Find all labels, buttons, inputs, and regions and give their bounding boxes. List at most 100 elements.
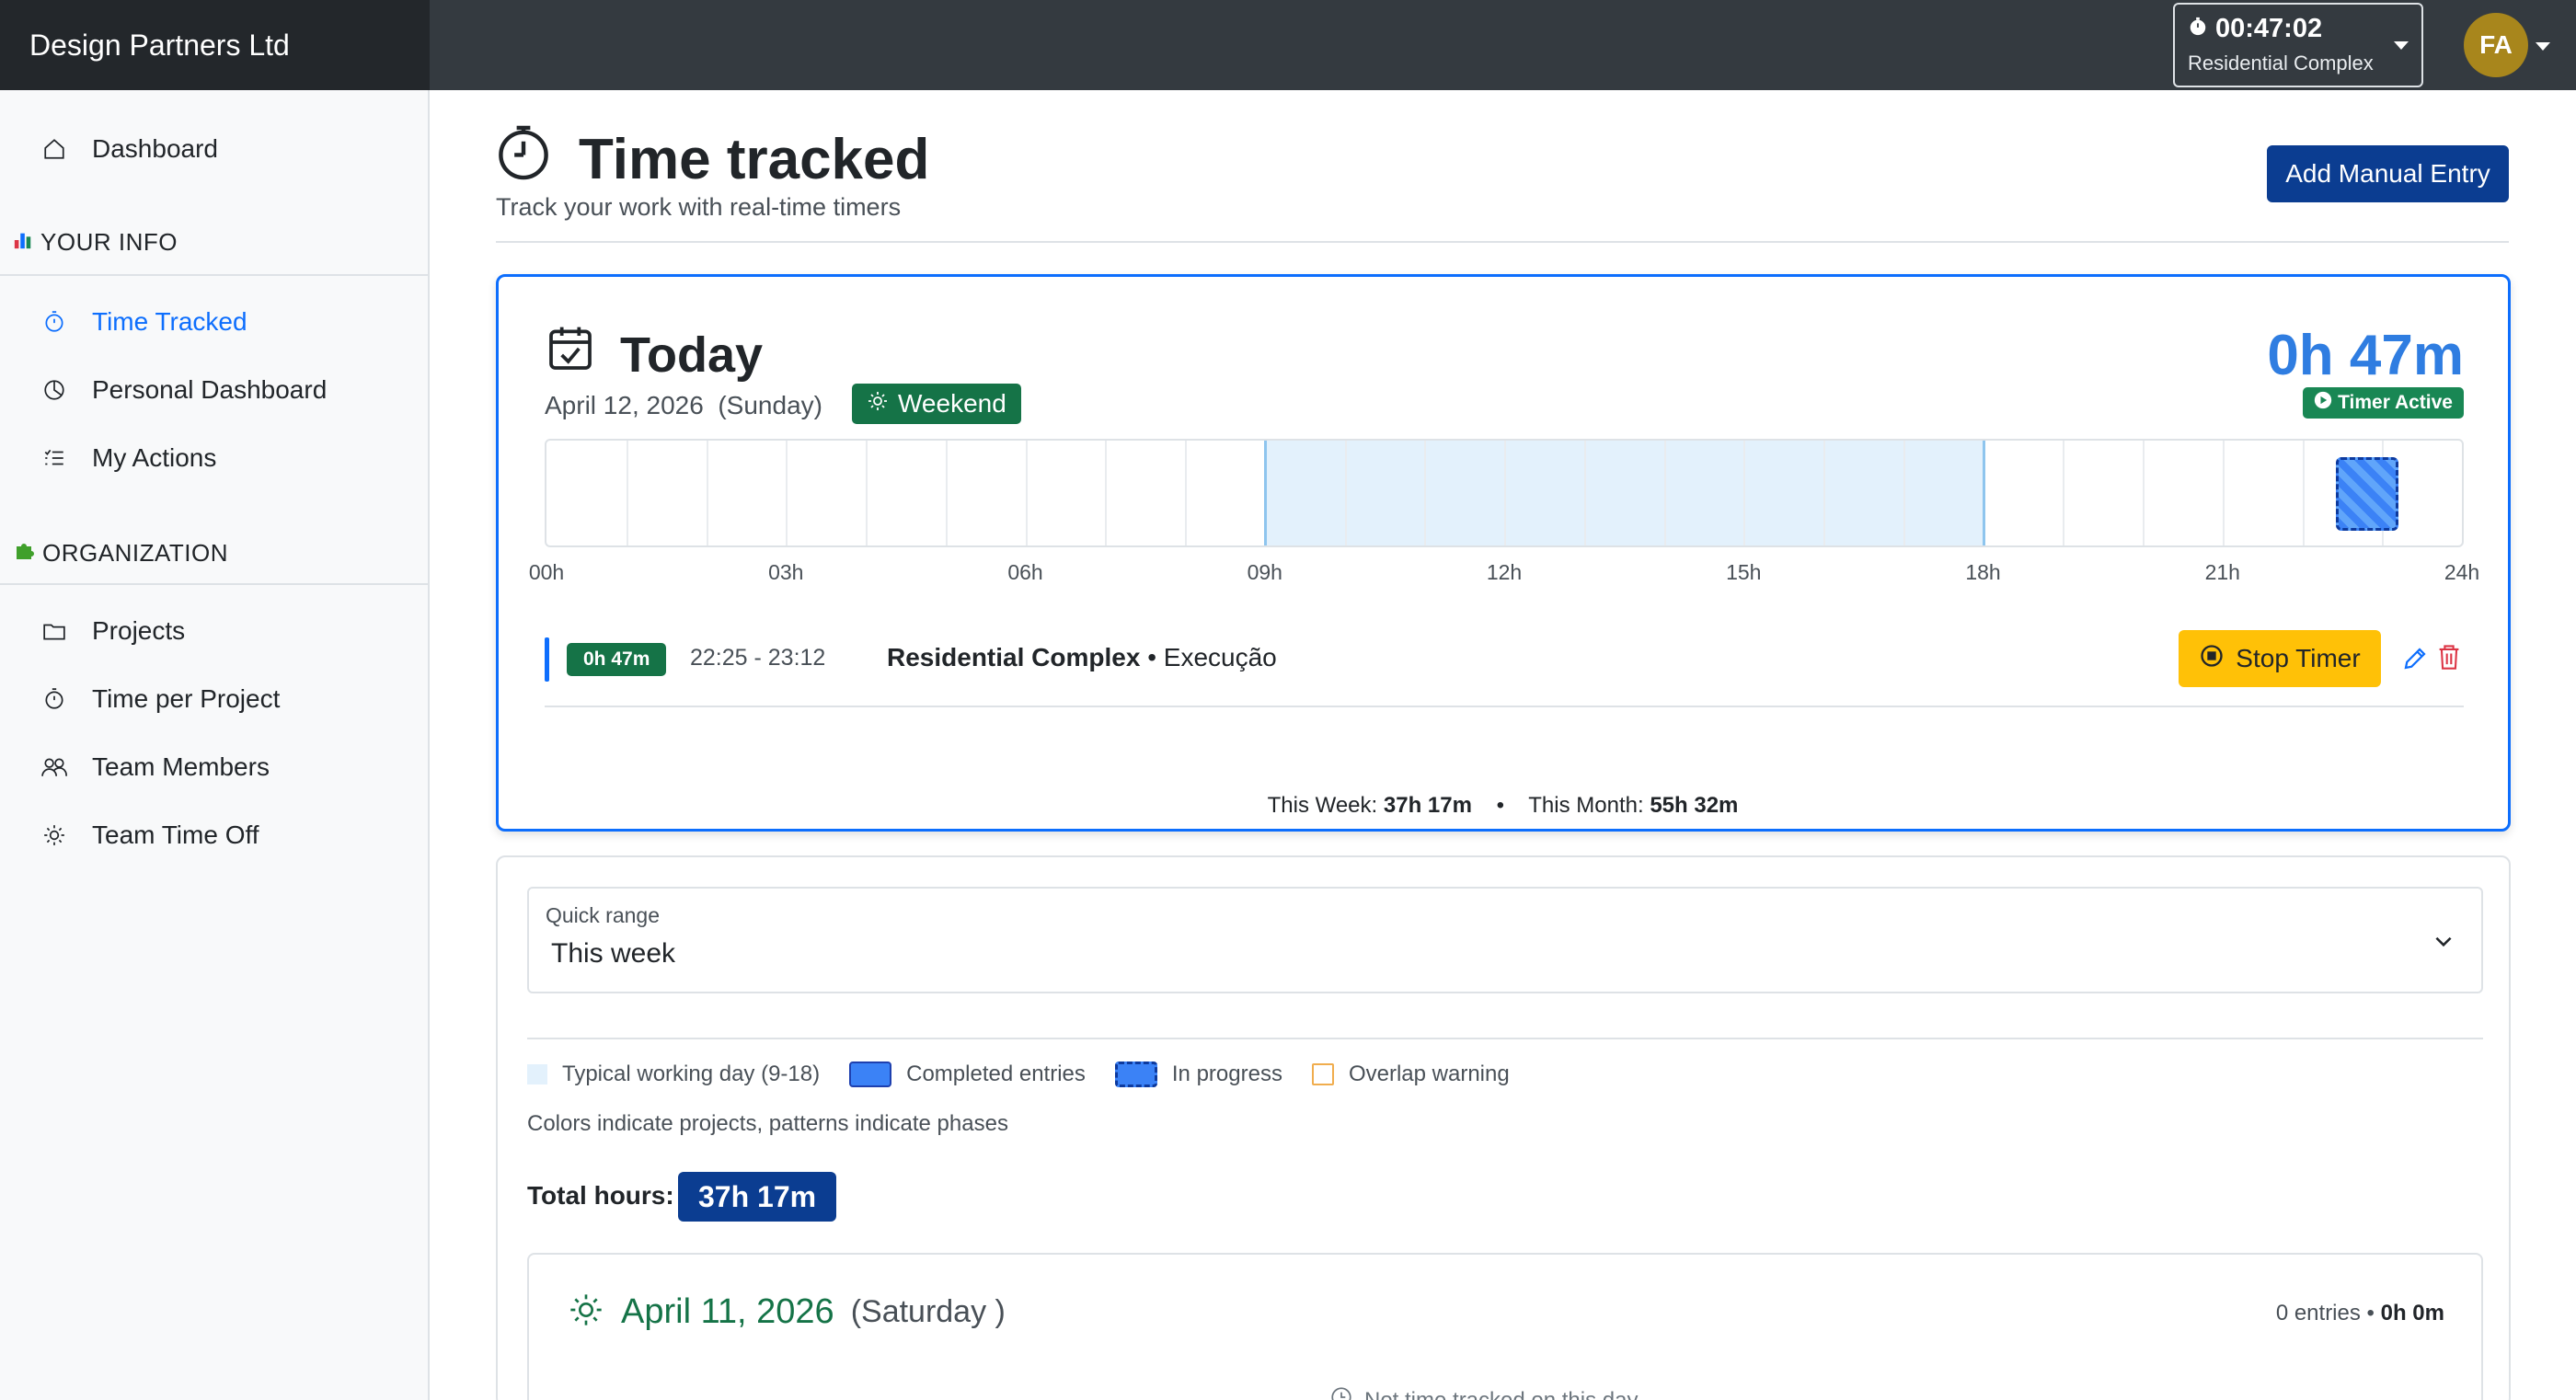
hour-gridline [786,441,788,545]
total-hours-label: Total hours: [527,1181,674,1210]
sidebar-item-team-time-off[interactable]: Team Time Off [40,820,259,850]
timer-elapsed: 00:47:02 [2215,14,2323,43]
hour-gridline [1025,441,1028,545]
sidebar-item-time-per-project[interactable]: Time per Project [40,684,280,714]
stopwatch-icon [496,123,551,196]
pencil-icon[interactable] [2401,645,2429,677]
quick-range-select[interactable]: Quick range This week [527,887,2483,993]
hour-gridline [1185,441,1187,545]
day-summary: 0 entries • 0h 0m [2275,1301,2444,1325]
caret-down-icon[interactable] [2536,42,2550,51]
puzzle-icon [13,539,35,568]
sidebar-item-my-actions[interactable]: My Actions [40,443,216,473]
entry-project: Residential Complex • Execução [887,643,1277,671]
hour-gridline [2302,441,2305,545]
day-empty-message: Not time tracked on this day [1329,1385,1638,1400]
sidebar: Dashboard YOUR INFO Time Tracked Persona… [0,90,430,1400]
divider [496,241,2509,243]
pie-chart-icon [40,376,68,404]
day-heading: April 11, 2026 (Saturday ) [568,1291,1006,1333]
today-card: Today April 12, 2026 (Sunday) Weekend 0h… [496,274,2511,832]
day-date: April 11, 2026 [621,1292,834,1331]
section-organization: ORGANIZATION [13,539,228,568]
today-heading: Today [545,323,763,386]
legend-item-completed: Completed entries [849,1061,1086,1087]
caret-down-icon [2394,41,2409,50]
week-total: 37h 17m [1383,793,1472,818]
working-hours-edge [1982,441,1985,545]
day-weekday: (Saturday ) [850,1294,1006,1329]
calendar-check-icon [545,323,596,386]
timeline-tick-label: 06h [1007,560,1043,584]
legend-item-in-progress: In progress [1114,1061,1282,1087]
in-progress-entry-block[interactable] [2335,457,2398,531]
people-icon [40,753,68,781]
add-manual-entry-button[interactable]: Add Manual Entry [2267,145,2509,202]
stop-timer-button[interactable]: Stop Timer [2179,630,2381,687]
timeline-tick-label: 21h [2204,560,2240,584]
sidebar-item-label: Team Members [92,752,270,781]
folder-icon [40,617,68,645]
weekend-badge: Weekend [852,384,1021,424]
trash-icon[interactable] [2436,643,2462,675]
working-hours-edge [1263,441,1267,545]
sidebar-item-label: Time per Project [92,684,281,713]
hour-gridline [1424,441,1427,545]
bar-chart-icon [13,228,33,257]
hour-gridline [1344,441,1347,545]
user-avatar[interactable]: FA [2464,13,2528,77]
page-title: Time tracked [496,123,929,196]
hour-gridline [2143,441,2145,545]
today-date: April 12, 2026 (Sunday) [545,391,822,419]
sun-icon [40,821,68,849]
sidebar-item-team-members[interactable]: Team Members [40,752,270,782]
timeline-tick-label: 15h [1726,560,1762,584]
hour-gridline [1504,441,1506,545]
timeline-tick-label: 03h [768,560,804,584]
timeline-tick-label: 24h [2444,560,2480,584]
timeline-tick-label: 18h [1965,560,2001,584]
hour-gridline [1743,441,1746,545]
hour-gridline [706,441,708,545]
today-total-time: 0h 47m [2267,324,2464,387]
list-check-icon [40,444,68,472]
sidebar-item-personal-dashboard[interactable]: Personal Dashboard [40,375,327,405]
sidebar-item-dashboard[interactable]: Dashboard [40,134,218,164]
sidebar-item-label: Personal Dashboard [92,375,328,404]
hour-gridline [1583,441,1586,545]
stopwatch-icon [40,308,68,336]
sidebar-item-projects[interactable]: Projects [40,616,185,646]
hour-gridline [2063,441,2065,545]
divider [0,274,428,276]
quick-range-value: This week [551,938,676,969]
hour-gridline [1823,441,1825,545]
timeline-tick-label: 00h [528,560,565,584]
stop-circle-icon [2199,643,2225,675]
hour-gridline [945,441,948,545]
working-hours-band [1264,441,1984,545]
stopwatch-icon [40,685,68,713]
section-your-info: YOUR INFO [13,228,178,257]
sidebar-item-label: Dashboard [92,134,218,163]
legend-item-overlap: Overlap warning [1311,1061,1510,1087]
brand-name[interactable]: Design Partners Ltd [0,0,430,90]
divider [527,1038,2483,1039]
divider [0,583,428,585]
main-content: Time tracked Track your work with real-t… [430,90,2576,1400]
timer-active-badge: Timer Active [2303,387,2464,419]
stopwatch-icon [2188,14,2208,44]
time-entry-row: 0h 47m 22:25 - 23:12 Residential Complex… [545,630,2464,707]
timeline-legend: Typical working day (9-18) Completed ent… [527,1061,1539,1087]
legend-note: Colors indicate projects, patterns indic… [527,1111,1008,1136]
play-circle-icon [2314,391,2332,415]
chevron-down-icon [2432,929,2455,958]
running-timer-dropdown[interactable]: 00:47:02 Residential Complex [2173,3,2423,87]
total-hours-badge: 37h 17m [678,1172,837,1222]
entry-time-range: 22:25 - 23:12 [690,645,826,671]
day-timeline[interactable] [545,439,2464,547]
day-card: April 11, 2026 (Saturday ) 0 entries • 0… [527,1253,2483,1400]
sidebar-item-time-tracked[interactable]: Time Tracked [40,307,247,337]
house-icon [40,135,68,163]
hour-gridline [2222,441,2225,545]
sidebar-item-label: Team Time Off [92,820,259,849]
